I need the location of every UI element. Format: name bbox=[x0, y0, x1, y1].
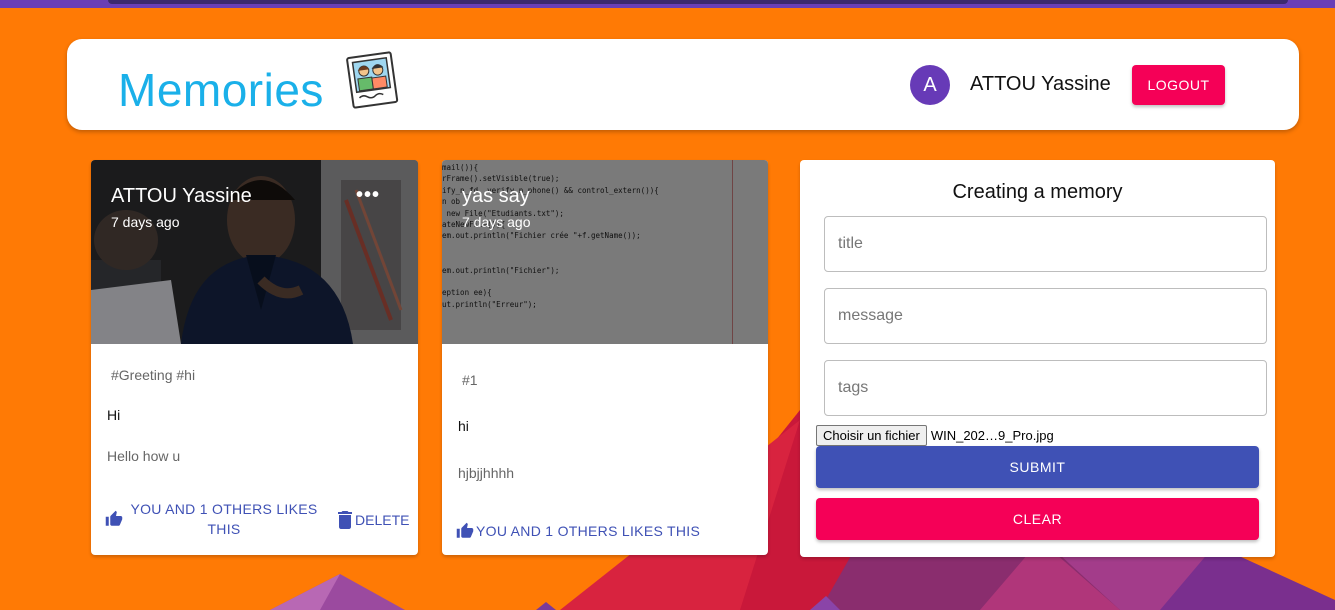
post-card: mail()){rFrame().setVisible(true);ify_n_… bbox=[442, 160, 768, 555]
app-bar: Memories A ATTOU Yassine LOGOUT bbox=[67, 39, 1299, 130]
title-input[interactable] bbox=[824, 216, 1267, 272]
post-tags: #Greeting #hi bbox=[111, 367, 196, 383]
post-tags: #1 bbox=[462, 372, 478, 388]
thumb-up-icon bbox=[456, 522, 474, 538]
post-image: ATTOU Yassine 7 days ago ••• bbox=[91, 160, 418, 344]
submit-button[interactable]: SUBMIT bbox=[816, 446, 1259, 488]
post-card: ATTOU Yassine 7 days ago ••• #Greeting #… bbox=[91, 160, 418, 555]
post-author: yas say bbox=[462, 185, 530, 207]
like-button[interactable]: YOU AND 1 OTHERS LIKES THIS bbox=[105, 499, 320, 539]
logout-button[interactable]: LOGOUT bbox=[1132, 65, 1225, 105]
like-label: YOU AND 1 OTHERS LIKES THIS bbox=[476, 523, 701, 539]
memory-form: Creating a memory Choisir un fichier WIN… bbox=[800, 160, 1275, 557]
delete-button[interactable]: DELETE bbox=[338, 511, 409, 529]
form-title: Creating a memory bbox=[952, 181, 1123, 203]
user-name: ATTOU Yassine bbox=[970, 73, 1111, 95]
post-time: 7 days ago bbox=[462, 214, 531, 230]
post-message: hjbjjhhhh bbox=[458, 465, 515, 481]
file-picker: Choisir un fichier WIN_202…9_Pro.jpg bbox=[816, 425, 1054, 446]
tags-input[interactable] bbox=[824, 360, 1267, 416]
message-input[interactable] bbox=[824, 288, 1267, 344]
post-author: ATTOU Yassine bbox=[111, 185, 252, 207]
trash-icon bbox=[338, 511, 352, 529]
thumb-up-icon bbox=[105, 510, 123, 526]
choose-file-button[interactable]: Choisir un fichier bbox=[816, 425, 927, 446]
delete-label: DELETE bbox=[355, 512, 410, 528]
post-time: 7 days ago bbox=[111, 214, 180, 230]
clear-button[interactable]: CLEAR bbox=[816, 498, 1259, 540]
photo-memories-icon bbox=[346, 51, 399, 109]
post-title: hi bbox=[458, 418, 469, 434]
like-label: YOU AND 1 OTHERS LIKES THIS bbox=[130, 501, 318, 537]
post-title: Hi bbox=[107, 407, 121, 423]
file-name: WIN_202…9_Pro.jpg bbox=[930, 428, 1054, 443]
post-image: mail()){rFrame().setVisible(true);ify_n_… bbox=[442, 160, 768, 344]
like-button[interactable]: YOU AND 1 OTHERS LIKES THIS bbox=[456, 521, 700, 541]
brand-title[interactable]: Memories bbox=[118, 63, 324, 117]
post-message: Hello how u bbox=[107, 448, 181, 464]
avatar[interactable]: A bbox=[910, 65, 950, 105]
more-options-button[interactable]: ••• bbox=[356, 184, 380, 207]
